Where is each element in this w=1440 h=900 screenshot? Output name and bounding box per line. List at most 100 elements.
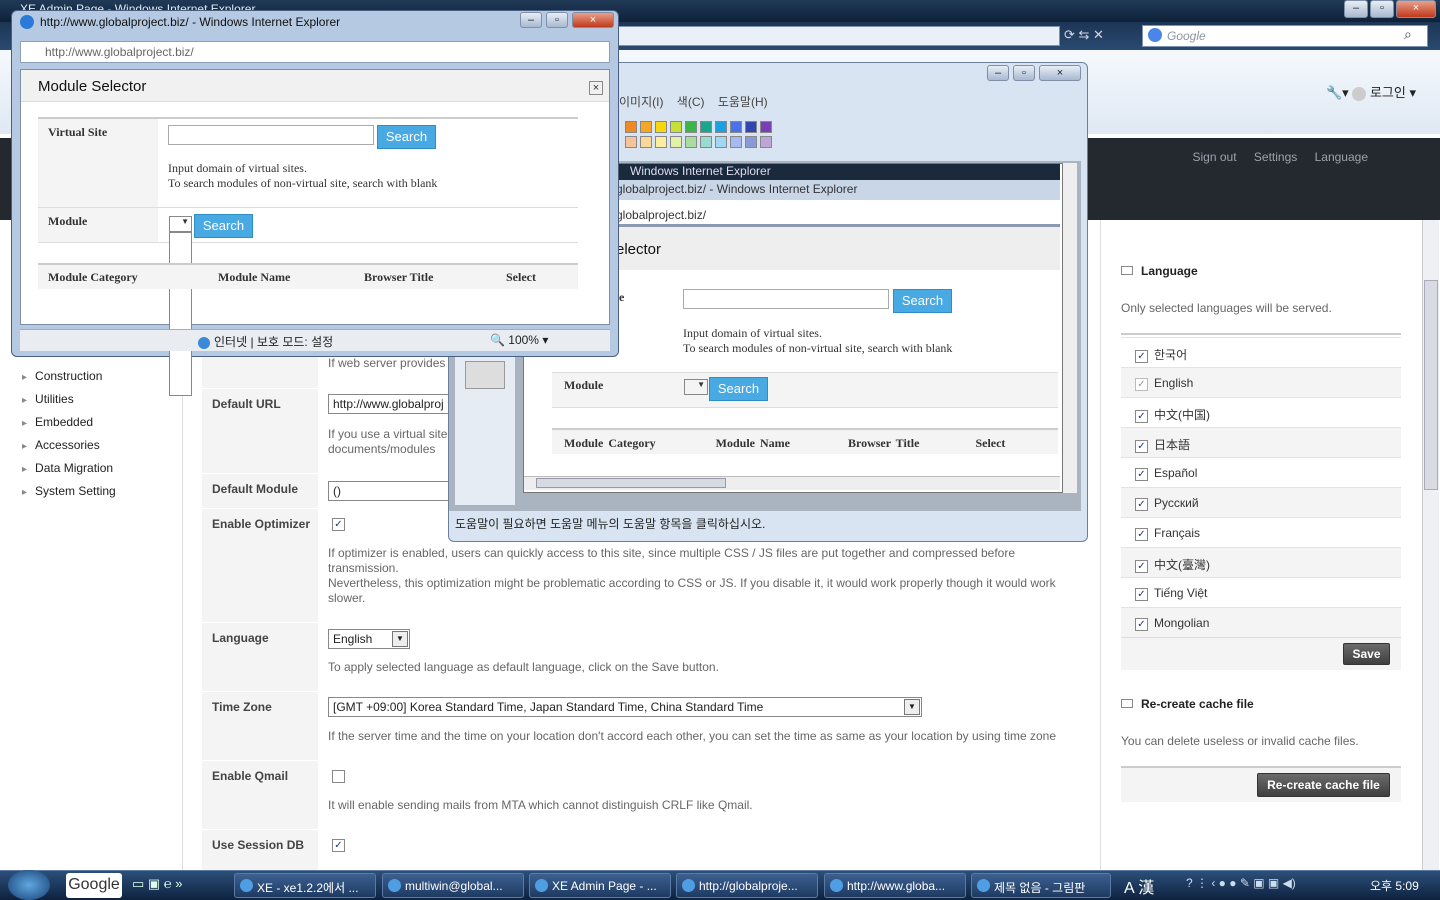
scrollbar-thumb[interactable]	[1424, 280, 1438, 490]
palette-swatch[interactable]	[640, 136, 652, 148]
inner-module-select[interactable]: ▼	[684, 379, 708, 395]
language-option[interactable]: ✓ Русский	[1121, 487, 1401, 517]
palette-swatch[interactable]	[655, 121, 667, 133]
palette-swatch[interactable]	[700, 121, 712, 133]
popup-heading-close-icon[interactable]: ×	[589, 81, 603, 95]
language-option[interactable]: ✓ 日本語	[1121, 427, 1401, 457]
palette-swatch[interactable]	[715, 121, 727, 133]
palette-swatch[interactable]	[685, 136, 697, 148]
module-select[interactable]: ▼	[169, 216, 192, 232]
time-zone-select[interactable]: [GMT +09:00] Korea Standard Time, Japan …	[328, 697, 922, 717]
color-palette[interactable]	[625, 121, 775, 151]
palette-swatch[interactable]	[640, 121, 652, 133]
tools-icon[interactable]: 🔧▾	[1326, 85, 1349, 100]
menu-color[interactable]: 색(C)	[677, 95, 705, 109]
palette-swatch[interactable]	[625, 136, 637, 148]
language-checkbox[interactable]: ✓	[1135, 588, 1148, 601]
start-button[interactable]	[8, 870, 50, 900]
language-option[interactable]: ✓ Français	[1121, 517, 1401, 547]
palette-swatch[interactable]	[670, 136, 682, 148]
palette-swatch[interactable]	[700, 136, 712, 148]
inner-horizontal-scrollbar[interactable]	[524, 476, 1060, 490]
palette-swatch[interactable]	[745, 121, 757, 133]
menu-image[interactable]: 이미지(I)	[619, 95, 663, 109]
signout-link[interactable]: Sign out	[1193, 150, 1237, 164]
palette-swatch[interactable]	[625, 121, 637, 133]
module-search-button[interactable]: Search	[194, 214, 253, 238]
nav-data-migration[interactable]: Data Migration	[22, 461, 113, 475]
nav-utilities[interactable]: Utilities	[22, 392, 74, 406]
popup-maximize-button[interactable]: ▫	[546, 12, 568, 28]
task-xe[interactable]: XE - xe1.2.2에서 ...	[234, 873, 376, 898]
popup-minimize-button[interactable]: –	[520, 12, 542, 28]
language-checkbox[interactable]: ✓	[1135, 498, 1148, 511]
paint-vertical-scrollbar[interactable]	[1063, 163, 1077, 493]
inner-scroll-thumb[interactable]	[536, 478, 726, 488]
language-link[interactable]: Language	[1315, 150, 1368, 164]
task-xe-admin[interactable]: XE Admin Page - ...	[529, 873, 671, 898]
ime-indicator[interactable]: A 漢	[1124, 874, 1154, 898]
palette-swatch[interactable]	[760, 121, 772, 133]
task-www-globa[interactable]: http://www.globa...	[824, 873, 966, 898]
nav-refresh-stop-icons[interactable]: ⟳ ⇆ ✕	[1064, 27, 1134, 45]
palette-swatch[interactable]	[670, 121, 682, 133]
language-option[interactable]: ✓ 中文(臺灣)	[1121, 547, 1401, 577]
paint-close-button[interactable]: ×	[1039, 65, 1081, 81]
language-option[interactable]: ✓ Tiếng Việt	[1121, 577, 1401, 607]
inner-site-input[interactable]	[683, 289, 889, 309]
quick-launch-icons[interactable]: ▭ ▣ ℮ »	[132, 876, 182, 892]
minimize-button[interactable]: –	[1344, 0, 1368, 18]
palette-swatch[interactable]	[685, 121, 697, 133]
palette-swatch[interactable]	[760, 136, 772, 148]
nav-construction[interactable]: Construction	[22, 369, 102, 383]
virtual-site-input[interactable]	[168, 125, 374, 145]
language-select[interactable]: English ▼	[328, 629, 410, 649]
popup-address-field[interactable]: http://www.globalproject.biz/	[20, 41, 610, 63]
google-toolbar-button[interactable]: Google	[66, 873, 122, 898]
qmail-checkbox[interactable]	[332, 770, 345, 783]
optimizer-checkbox[interactable]: ✓	[332, 518, 345, 531]
tray-icons[interactable]: ? ⋮ ‹ ● ● ✎ ▣ ▣ ◀)	[1186, 876, 1296, 890]
language-checkbox[interactable]: ✓	[1135, 350, 1148, 363]
search-input[interactable]: Google	[1142, 25, 1428, 47]
task-paint[interactable]: 제목 없음 - 그림판	[971, 873, 1111, 898]
language-checkbox[interactable]: ✓	[1135, 378, 1148, 391]
language-checkbox[interactable]: ✓	[1135, 560, 1148, 573]
palette-swatch[interactable]	[745, 136, 757, 148]
session-db-checkbox[interactable]: ✓	[332, 839, 345, 852]
virtual-site-search-button[interactable]: Search	[377, 125, 436, 149]
language-option[interactable]: ✓ Español	[1121, 457, 1401, 487]
language-option[interactable]: ✓ Mongolian	[1121, 607, 1401, 637]
inner-search-button[interactable]: Search	[893, 289, 952, 313]
popup-close-button[interactable]: ×	[572, 12, 614, 28]
settings-link[interactable]: Settings	[1254, 150, 1297, 164]
task-multiwin[interactable]: multiwin@global...	[382, 873, 524, 898]
login-menu[interactable]: 🔧▾ 로그인 ▾	[1326, 82, 1416, 101]
language-checkbox[interactable]: ✓	[1135, 440, 1148, 453]
paint-maximize-button[interactable]: ▫	[1013, 65, 1035, 81]
inner-module-search-button[interactable]: Search	[709, 377, 768, 401]
language-checkbox[interactable]: ✓	[1135, 528, 1148, 541]
palette-swatch[interactable]	[655, 136, 667, 148]
search-icon[interactable]: ⌕	[1404, 26, 1412, 43]
language-checkbox[interactable]: ✓	[1135, 468, 1148, 481]
language-option[interactable]: ✓ 한국어	[1121, 337, 1401, 367]
module-dropdown-list[interactable]	[169, 232, 192, 396]
recreate-cache-button[interactable]: Re-create cache file	[1257, 773, 1390, 797]
palette-swatch[interactable]	[715, 136, 727, 148]
nav-system-setting[interactable]: System Setting	[22, 484, 116, 498]
palette-swatch[interactable]	[730, 136, 742, 148]
paint-tool-icon[interactable]	[465, 361, 505, 389]
close-button[interactable]: ×	[1396, 0, 1436, 18]
language-checkbox[interactable]: ✓	[1135, 410, 1148, 423]
nav-accessories[interactable]: Accessories	[22, 438, 100, 452]
nav-embedded[interactable]: Embedded	[22, 415, 93, 429]
maximize-button[interactable]: ▫	[1370, 0, 1394, 18]
save-button[interactable]: Save	[1343, 643, 1390, 665]
language-checkbox[interactable]: ✓	[1135, 618, 1148, 631]
language-option[interactable]: ✓ English	[1121, 367, 1401, 397]
popup-zoom[interactable]: 🔍 100% ▾	[490, 333, 548, 347]
language-option[interactable]: ✓ 中文(中国)	[1121, 397, 1401, 427]
palette-swatch[interactable]	[730, 121, 742, 133]
vertical-scrollbar[interactable]	[1422, 220, 1439, 870]
